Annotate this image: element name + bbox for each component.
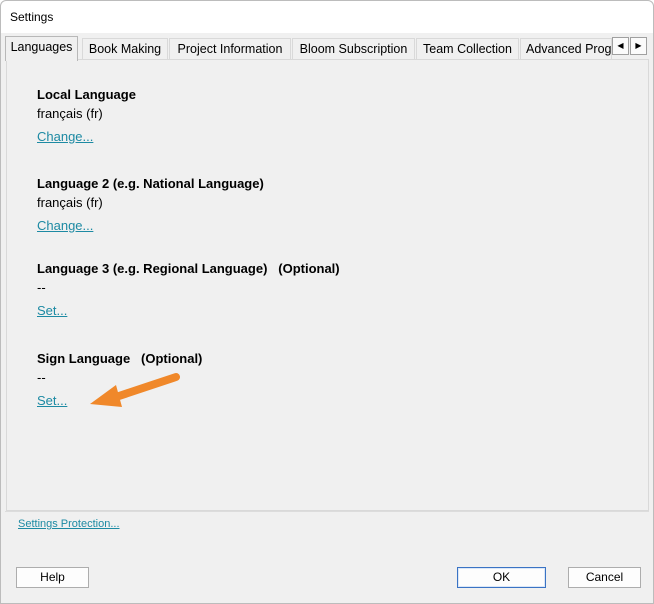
footer-divider xyxy=(5,511,649,512)
sign-language-set-link[interactable]: Set... xyxy=(37,393,67,408)
arrow-right-icon: ▶ xyxy=(635,41,642,50)
title-bar: Settings xyxy=(1,1,653,33)
orange-arrow-icon xyxy=(90,373,180,407)
language3-set-link[interactable]: Set... xyxy=(37,303,67,318)
tab-project-information[interactable]: Project Information xyxy=(169,38,291,59)
tab-team-collection[interactable]: Team Collection xyxy=(416,38,519,59)
local-language-heading: Local Language xyxy=(37,87,136,102)
local-language-section: Local Language français (fr) Change... xyxy=(37,87,136,146)
help-button[interactable]: Help xyxy=(16,567,89,588)
languages-panel: Local Language français (fr) Change... L… xyxy=(6,59,649,511)
local-language-change-link[interactable]: Change... xyxy=(37,129,93,144)
settings-protection-link[interactable]: Settings Protection... xyxy=(18,518,120,530)
language2-change-link[interactable]: Change... xyxy=(37,218,93,233)
tab-book-making[interactable]: Book Making xyxy=(82,38,168,59)
tab-scroll-left-button[interactable]: ◀ xyxy=(612,37,629,55)
sign-language-heading: Sign Language (Optional) xyxy=(37,351,203,366)
tab-bloom-subscription[interactable]: Bloom Subscription xyxy=(292,38,415,59)
tab-strip: Languages Book Making Project Informatio… xyxy=(5,36,653,61)
language2-heading: Language 2 (e.g. National Language) xyxy=(37,176,264,191)
tab-scroll-right-button[interactable]: ▶ xyxy=(630,37,647,55)
window-title: Settings xyxy=(10,10,54,24)
ok-button[interactable]: OK xyxy=(457,567,546,588)
local-language-value: français (fr) xyxy=(37,106,103,121)
arrow-left-icon: ◀ xyxy=(617,41,624,50)
language3-heading: Language 3 (e.g. Regional Language) (Opt… xyxy=(37,261,340,276)
language2-value: français (fr) xyxy=(37,195,103,210)
language3-value: -- xyxy=(37,280,46,295)
language3-section: Language 3 (e.g. Regional Language) (Opt… xyxy=(37,261,340,320)
tab-languages[interactable]: Languages xyxy=(5,36,78,61)
language2-section: Language 2 (e.g. National Language) fran… xyxy=(37,176,264,235)
cancel-button[interactable]: Cancel xyxy=(568,567,641,588)
tab-advanced-program[interactable]: Advanced Prog xyxy=(520,38,612,59)
settings-dialog: Settings Languages Book Making Project I… xyxy=(0,0,654,604)
